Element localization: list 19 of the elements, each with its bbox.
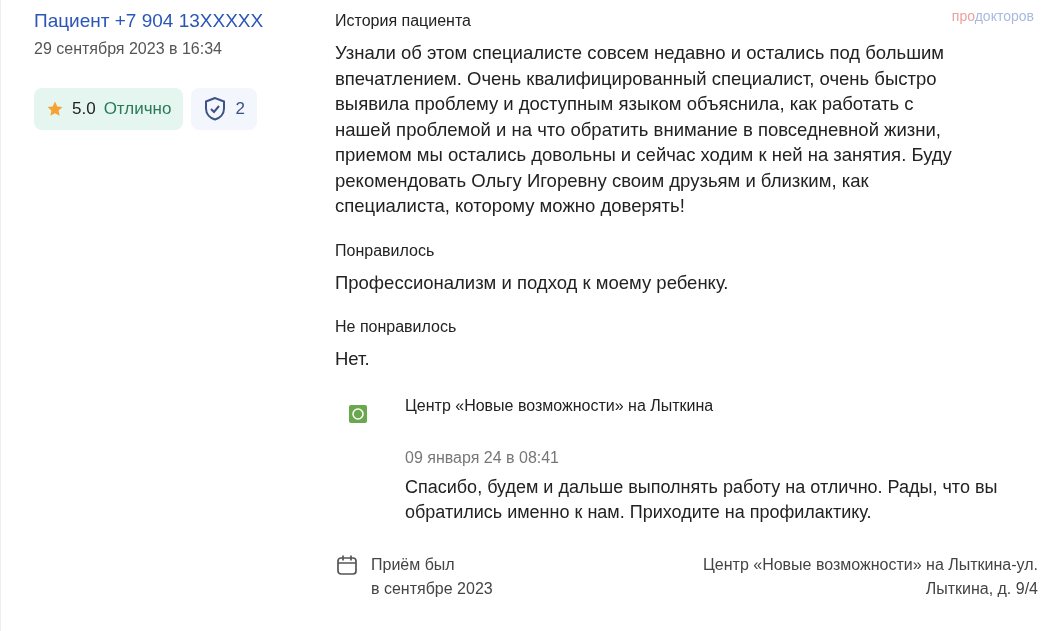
reply-date: 09 января 24 в 08:41 — [405, 448, 560, 467]
section-title: История пациента — [335, 12, 471, 30]
section-title: Понравилось — [335, 241, 435, 260]
star-icon — [46, 100, 64, 118]
section-text: Узнали об этом специалисте совсем недавно и остались под большим впечатлением. Очень квалифицированный специалист, очень быстро выявила проблему и доступным языком объяснила, как работать с нашей проблемой и на что обратить внимание в повседневной жизни, приемом мы остались довольны и сейчас ходим к ней на занятия. Буду рекомендовать Ольгу Игоревну своим друзьям и близким, как специалиста, которому можно доверять! — [335, 41, 953, 218]
clinic-name: Центр «Новые возможности» на Лыткина — [405, 396, 715, 415]
section-text: Нет. — [335, 347, 371, 371]
reply-text: Спасибо, будем и дальше выполнять работу на отлично. Рады, что вы обратились именно к нам. Приходите на профилактику. — [405, 475, 999, 524]
verified-badge: 2 — [191, 88, 257, 130]
section-title: Не понравилось — [335, 318, 457, 336]
visit-date: Приём был в сентябре 2023 — [371, 554, 493, 599]
rating-badge: 5.0 Отлично — [34, 88, 184, 130]
patient-name-link[interactable]: Пациент +7 904 13XXXXX — [34, 10, 264, 32]
clinic-address: Центр «Новые возможности» на Лыткина-ул. Лыткина, д. 9/4 — [703, 554, 1038, 599]
clinic-logo-icon — [349, 404, 367, 423]
shield-check-icon — [203, 96, 228, 122]
logo: продокторов — [951, 8, 1034, 24]
section-text: Профессионализм и подход к моему ребенку. — [335, 270, 730, 295]
review-date: 29 сентября 2023 в 16:34 — [34, 40, 223, 58]
